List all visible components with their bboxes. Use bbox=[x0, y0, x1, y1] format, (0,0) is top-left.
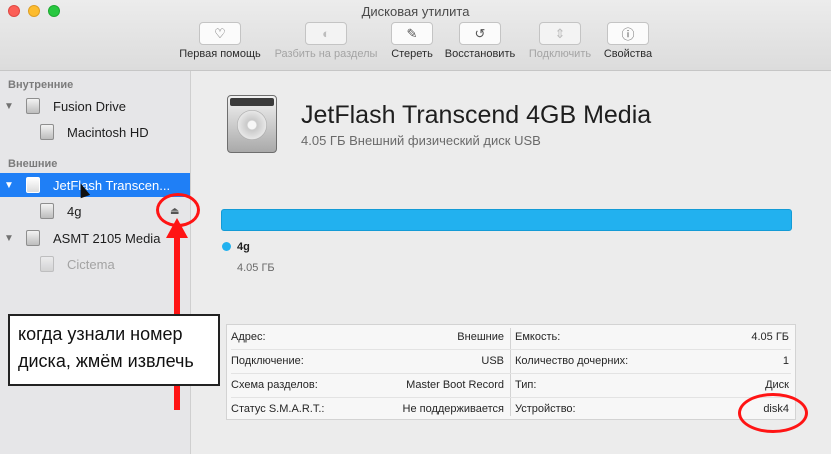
volume-icon bbox=[40, 256, 54, 272]
hard-drive-icon bbox=[227, 95, 277, 153]
device-highlight-ring bbox=[738, 393, 808, 433]
main-panel: JetFlash Transcend 4GB Media 4.05 ГБ Вне… bbox=[191, 71, 831, 454]
disk-icon bbox=[26, 98, 40, 114]
partition-button[interactable]: ◐ Разбить на разделы bbox=[272, 22, 380, 66]
sidebar: Внутренние ▼ Fusion Drive Macintosh HD В… bbox=[0, 71, 191, 454]
info-icon: ⓘ bbox=[607, 22, 649, 45]
usage-bar bbox=[221, 209, 792, 231]
first-aid-label: Первая помощь bbox=[179, 48, 261, 60]
toolbar: Дисковая утилита ♡ Первая помощь ◐ Разби… bbox=[0, 0, 831, 71]
disk-title: JetFlash Transcend 4GB Media bbox=[301, 101, 652, 129]
info-row-connection: Подключение: USB bbox=[231, 355, 504, 367]
annotation-line-1: когда узнали номер bbox=[18, 324, 183, 344]
restore-label: Восстановить bbox=[444, 48, 516, 60]
sidebar-item-label: Fusion Drive bbox=[53, 98, 126, 114]
sidebar-header-external: Внешние bbox=[8, 158, 58, 170]
info-row-child-count: Количество дочерних: 1 bbox=[515, 355, 789, 367]
sidebar-item-asmt[interactable]: ▼ ASMT 2105 Media bbox=[0, 226, 190, 250]
erase-button[interactable]: ✎ Стереть bbox=[389, 22, 435, 66]
sidebar-header-internal: Внутренние bbox=[8, 79, 74, 91]
mount-button[interactable]: ⇕ Подключить bbox=[524, 22, 596, 66]
partition-name: 4g bbox=[237, 241, 250, 253]
info-label: Свойства bbox=[603, 48, 653, 60]
mount-icon: ⇕ bbox=[539, 22, 581, 45]
sidebar-item-macintosh-hd[interactable]: Macintosh HD bbox=[0, 120, 190, 144]
info-row-type: Тип: Диск bbox=[515, 379, 789, 391]
restore-button[interactable]: ↺ Восстановить bbox=[441, 22, 519, 66]
annotation-line-2: диска, жмём извлечь bbox=[18, 351, 194, 371]
annotation-callout: когда узнали номер диска, жмём извлечь bbox=[8, 314, 220, 386]
disclosure-triangle-icon[interactable]: ▼ bbox=[4, 101, 14, 112]
partition-label: Разбить на разделы bbox=[274, 48, 378, 60]
partition-icon: ◐ bbox=[305, 22, 347, 45]
volume-icon bbox=[40, 124, 54, 140]
info-row-location: Адрес: Внешние bbox=[231, 331, 504, 343]
sidebar-item-label: Cictema bbox=[67, 256, 115, 272]
sidebar-item-label: 4g bbox=[67, 203, 82, 219]
restore-icon: ↺ bbox=[459, 22, 501, 45]
info-row-smart: Статус S.M.A.R.T.: Не поддерживается bbox=[231, 403, 504, 415]
info-row-partition-map: Схема разделов: Master Boot Record bbox=[231, 379, 504, 391]
erase-label: Стереть bbox=[391, 48, 433, 60]
sidebar-item-fusion-drive[interactable]: ▼ Fusion Drive bbox=[0, 94, 190, 118]
disclosure-triangle-icon[interactable]: ▼ bbox=[4, 233, 14, 244]
partition-color-dot bbox=[222, 242, 231, 251]
info-button[interactable]: ⓘ Свойства bbox=[601, 22, 655, 66]
disk-subtitle: 4.05 ГБ Внешний физический диск USB bbox=[301, 133, 541, 148]
sidebar-item-label: JetFlash Transcen... bbox=[53, 177, 171, 193]
disk-icon bbox=[26, 230, 40, 246]
first-aid-button[interactable]: ♡ Первая помощь bbox=[178, 22, 262, 66]
sidebar-item-label: ASMT 2105 Media bbox=[53, 230, 161, 246]
stethoscope-icon: ♡ bbox=[199, 22, 241, 45]
disclosure-triangle-icon[interactable]: ▼ bbox=[4, 180, 14, 191]
window-title: Дисковая утилита bbox=[361, 4, 470, 19]
sidebar-item-label: Macintosh HD bbox=[67, 124, 149, 140]
partition-size: 4.05 ГБ bbox=[237, 262, 275, 274]
usb-disk-icon bbox=[26, 177, 40, 193]
info-table: Адрес: Внешние Подключение: USB Схема разд… bbox=[226, 324, 796, 420]
info-row-capacity: Емкость: 4.05 ГБ bbox=[515, 331, 789, 343]
sidebar-item-cictema[interactable]: Cictema bbox=[0, 252, 190, 276]
erase-icon: ✎ bbox=[391, 22, 433, 45]
mount-label: Подключить bbox=[528, 48, 592, 60]
disk-utility-window: Дисковая утилита ♡ Первая помощь ◐ Разби… bbox=[0, 0, 831, 454]
sidebar-item-jetflash[interactable]: ▼ JetFlash Transcen... bbox=[0, 173, 190, 197]
volume-icon bbox=[40, 203, 54, 219]
